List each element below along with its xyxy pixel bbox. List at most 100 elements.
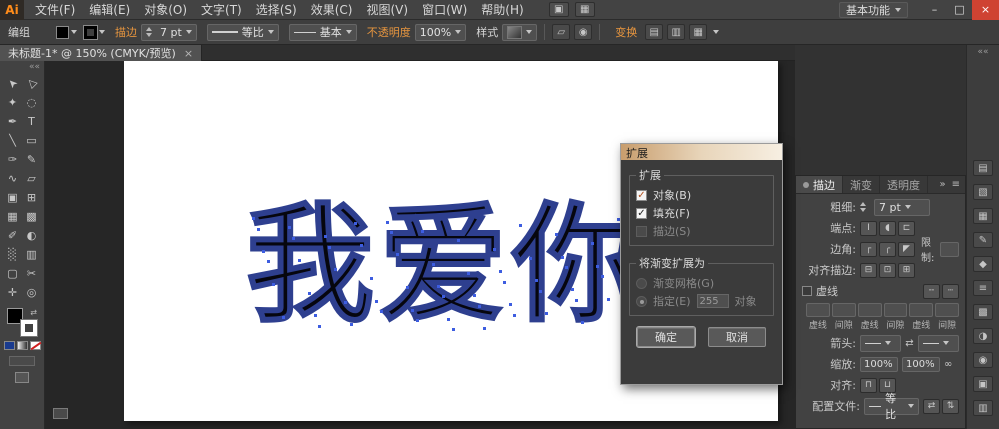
stroke-indicator[interactable]	[21, 320, 37, 336]
workspace-switcher[interactable]: 基本功能	[839, 2, 908, 18]
transform-panel-link[interactable]: 变换	[615, 24, 637, 40]
tab-transparency[interactable]: 透明度	[880, 176, 928, 193]
dash-field-5[interactable]	[909, 303, 933, 317]
scale-end-field[interactable]: 100%	[902, 357, 940, 372]
lasso-tool[interactable]: ◌	[22, 93, 41, 112]
draw-mode-button[interactable]	[9, 356, 35, 366]
expand-panels-icon[interactable]: ««	[967, 45, 999, 60]
graph-tool[interactable]: ▥	[22, 245, 41, 264]
direct-selection-tool[interactable]: ▷	[22, 74, 41, 93]
join-round-icon[interactable]: ╭	[879, 242, 896, 257]
selected-artwork[interactable]: 我爱你	[246, 201, 656, 341]
link-scale-icon[interactable]: ∞	[944, 359, 952, 370]
swatches-panel-icon[interactable]: ▦	[973, 208, 993, 224]
checkbox-unchecked[interactable]	[636, 226, 647, 237]
cancel-button[interactable]: 取消	[708, 327, 766, 347]
isolate-object-icon[interactable]: ▱	[552, 24, 570, 40]
chevron-down-icon[interactable]	[713, 30, 719, 34]
dash-field-4[interactable]	[884, 303, 908, 317]
align-center-icon[interactable]: ▥	[667, 24, 685, 40]
type-tool[interactable]: T	[22, 112, 41, 131]
mesh-tool[interactable]: ▦	[3, 207, 22, 226]
ok-button[interactable]: 确定	[637, 327, 695, 347]
pencil-tool[interactable]: ✎	[22, 150, 41, 169]
appearance-panel-icon[interactable]: ◉	[973, 352, 993, 368]
menu-view[interactable]: 视图(V)	[359, 0, 415, 20]
tab-gradient[interactable]: 渐变	[843, 176, 880, 193]
cap-round-icon[interactable]: ◖	[879, 221, 896, 236]
pen-tool[interactable]: ✒	[3, 112, 22, 131]
arrange-documents-icon[interactable]: ▦	[575, 2, 595, 17]
stroke-weight-combo[interactable]: 7 pt	[141, 24, 197, 41]
menu-type[interactable]: 文字(T)	[194, 0, 249, 20]
flip-across-icon[interactable]: ⇄	[923, 399, 940, 414]
menu-object[interactable]: 对象(O)	[137, 0, 194, 20]
symbol-sprayer-tool[interactable]: ░	[3, 245, 22, 264]
checkbox-checked[interactable]: ✓	[636, 208, 647, 219]
specify-objects-field[interactable]	[697, 294, 729, 308]
selection-tool[interactable]: ➤	[3, 74, 22, 93]
free-transform-tool[interactable]: ▱	[22, 169, 41, 188]
width-tool[interactable]: ∿	[3, 169, 22, 188]
gradient-button[interactable]	[17, 341, 28, 350]
profile-combo[interactable]: 等比	[864, 398, 919, 415]
artboard-tool[interactable]: ▢	[3, 264, 22, 283]
stroke-align-inside-icon[interactable]: ⊡	[879, 263, 896, 278]
align-dash-icon[interactable]: ┄	[942, 284, 959, 299]
align-left-icon[interactable]: ▤	[645, 24, 663, 40]
color-guide-panel-icon[interactable]: ▧	[973, 184, 993, 200]
tab-stroke[interactable]: 描边	[796, 176, 843, 193]
close-tab-icon[interactable]: ×	[184, 47, 193, 60]
radio-unselected[interactable]	[636, 278, 647, 289]
menu-select[interactable]: 选择(S)	[249, 0, 304, 20]
dash-field-3[interactable]	[858, 303, 882, 317]
width-profile-combo[interactable]: 等比	[207, 24, 279, 41]
swap-arrowheads-icon[interactable]: ⇄	[905, 338, 913, 349]
opacity-combo[interactable]: 100%	[415, 24, 466, 41]
menu-edit[interactable]: 编辑(E)	[82, 0, 137, 20]
stroke-panel-link[interactable]: 描边	[115, 24, 137, 40]
align-right-icon[interactable]: ▦	[689, 24, 707, 40]
close-button[interactable]: ×	[972, 0, 999, 20]
weight-stepper[interactable]	[860, 202, 870, 212]
menu-help[interactable]: 帮助(H)	[474, 0, 530, 20]
screen-mode-button[interactable]	[15, 372, 29, 383]
arrow-end-combo[interactable]	[918, 335, 959, 352]
blend-tool[interactable]: ◐	[22, 226, 41, 245]
stroke-panel-dock-icon[interactable]: ≡	[973, 280, 993, 296]
select-similar-icon[interactable]: ◉	[574, 24, 592, 40]
symbols-panel-icon[interactable]: ◆	[973, 256, 993, 272]
join-bevel-icon[interactable]: ◤	[898, 242, 915, 257]
fill-color-dropdown[interactable]	[56, 26, 77, 39]
menu-window[interactable]: 窗口(W)	[415, 0, 474, 20]
gradient-tool[interactable]: ▩	[22, 207, 41, 226]
shape-builder-tool[interactable]: ▣	[3, 188, 22, 207]
preserve-dash-icon[interactable]: ╌	[923, 284, 940, 299]
style-combo[interactable]	[502, 24, 537, 41]
stroke-align-outside-icon[interactable]: ⊞	[898, 263, 915, 278]
none-button[interactable]	[30, 341, 41, 350]
limit-field[interactable]	[940, 242, 959, 257]
dash-field-2[interactable]	[832, 303, 856, 317]
fill-stroke-indicator[interactable]: ⇄	[7, 308, 37, 336]
radio-selected[interactable]	[636, 296, 647, 307]
brush-definition-combo[interactable]: 基本	[289, 24, 357, 41]
cap-butt-icon[interactable]: Ⅰ	[860, 221, 877, 236]
flip-along-icon[interactable]: ⇅	[942, 399, 959, 414]
menu-effect[interactable]: 效果(C)	[304, 0, 360, 20]
profile-align-start-icon[interactable]: ⊓	[860, 378, 877, 393]
perspective-grid-tool[interactable]: ⊞	[22, 188, 41, 207]
dialog-title[interactable]: 扩展	[621, 144, 782, 160]
collapse-tools-icon[interactable]: ««	[0, 61, 44, 74]
stroke-weight-stepper[interactable]	[146, 27, 156, 37]
panel-menu-icon[interactable]: ≡	[952, 179, 960, 190]
cap-projecting-icon[interactable]: ⊏	[898, 221, 915, 236]
paintbrush-tool[interactable]: ✑	[3, 150, 22, 169]
slice-tool[interactable]: ✂	[22, 264, 41, 283]
swap-fill-stroke-icon[interactable]: ⇄	[30, 308, 37, 317]
dashed-line-checkbox[interactable]	[802, 286, 812, 296]
magic-wand-tool[interactable]: ✦	[3, 93, 22, 112]
panel-arrows-icon[interactable]: »	[939, 179, 945, 190]
join-miter-icon[interactable]: ┌	[860, 242, 877, 257]
color-button[interactable]	[4, 341, 15, 350]
